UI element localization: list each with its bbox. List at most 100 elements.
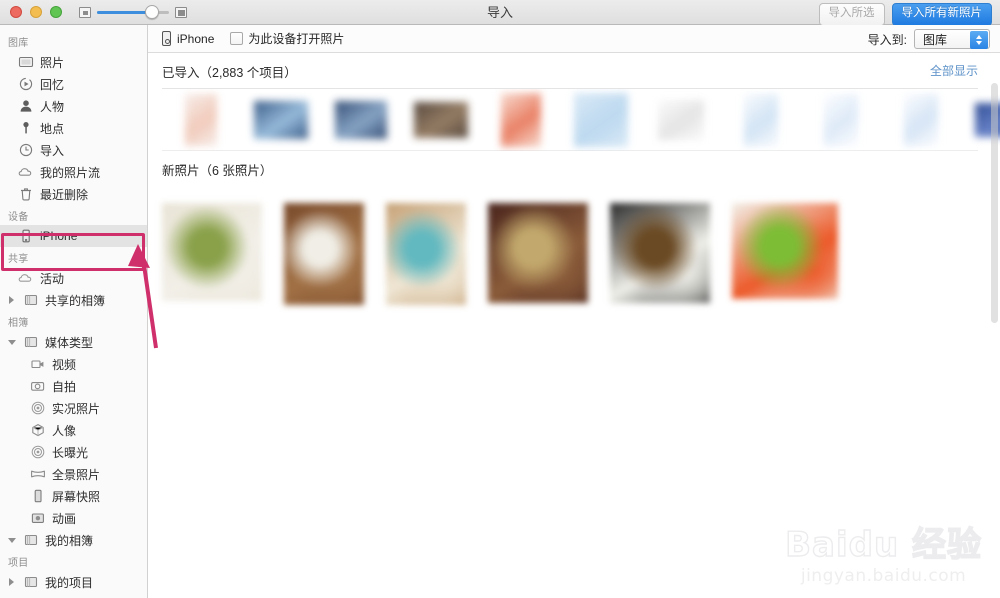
- imported-thumbnail[interactable]: [744, 94, 778, 146]
- chevron-down-icon[interactable]: [8, 338, 17, 347]
- window-titlebar: 导入 导入所选 导入所有新照片: [0, 0, 1000, 26]
- sidebar-item-animations[interactable]: 动画: [0, 507, 147, 529]
- connected-device: iPhone: [162, 31, 214, 46]
- cloud-icon: [18, 271, 34, 285]
- imported-thumbnail[interactable]: [185, 94, 217, 146]
- new-photo-thumbnail[interactable]: [386, 203, 466, 305]
- import-to-label: 导入到:: [867, 32, 907, 47]
- chevron-right-icon[interactable]: [8, 577, 17, 587]
- sidebar-item-activity[interactable]: 活动: [0, 267, 147, 289]
- sidebar-item-live-photos[interactable]: 实况照片: [0, 397, 147, 419]
- album-icon: [23, 335, 39, 349]
- sidebar-item-label: 自拍: [52, 379, 77, 394]
- import-to-select[interactable]: 图库: [914, 29, 990, 49]
- sidebar-item-label: 全景照片: [52, 467, 101, 482]
- sidebar: 图库 照片 回忆 人物 地点 导入 我的照片流 最近删除 设备 iPhone 共…: [0, 25, 148, 598]
- new-photos-section-title: 新照片（6 张照片）: [162, 164, 273, 178]
- sidebar-item-recently-deleted[interactable]: 最近删除: [0, 183, 147, 205]
- large-thumbnail-icon[interactable]: [175, 6, 187, 18]
- people-icon: [18, 99, 34, 113]
- close-button[interactable]: [10, 6, 22, 18]
- imported-thumbnail[interactable]: [824, 94, 858, 146]
- new-photos-grid[interactable]: [148, 187, 1000, 305]
- album-icon: [23, 533, 39, 547]
- window-body: 图库 照片 回忆 人物 地点 导入 我的照片流 最近删除 设备 iPhone 共…: [0, 25, 1000, 598]
- show-all-link[interactable]: 全部显示: [930, 62, 978, 79]
- sidebar-item-label: 人像: [52, 423, 77, 438]
- new-photo-thumbnail[interactable]: [284, 203, 364, 305]
- new-photo-thumbnail[interactable]: [610, 203, 710, 303]
- vertical-scrollbar[interactable]: [991, 83, 998, 323]
- small-thumbnail-icon[interactable]: [79, 6, 91, 18]
- sidebar-item-shared-albums[interactable]: 共享的相簿: [0, 289, 147, 311]
- chevron-right-icon[interactable]: [8, 295, 17, 305]
- new-photo-thumbnail[interactable]: [488, 203, 588, 303]
- sidebar-item-label: 我的项目: [45, 575, 94, 590]
- sidebar-item-label: 视频: [52, 357, 77, 372]
- zoom-slider-knob[interactable]: [144, 5, 159, 19]
- imported-thumbnail[interactable]: [658, 100, 704, 140]
- sidebar-item-my-albums[interactable]: 我的相簿: [0, 529, 147, 551]
- album-icon: [23, 293, 39, 307]
- iphone-icon: [162, 31, 171, 46]
- sidebar-item-selfies[interactable]: 自拍: [0, 375, 147, 397]
- import-clock-icon: [18, 143, 34, 157]
- sidebar-item-media-types[interactable]: 媒体类型: [0, 331, 147, 353]
- video-icon: [30, 357, 46, 371]
- sidebar-item-places[interactable]: 地点: [0, 117, 147, 139]
- imported-thumbnail-strip[interactable]: [148, 89, 1000, 151]
- sidebar-item-label: 我的相簿: [45, 533, 94, 548]
- long-exposure-icon: [30, 445, 46, 459]
- trash-icon: [18, 187, 34, 201]
- sidebar-item-label: 我的照片流: [40, 165, 101, 180]
- sidebar-item-memories[interactable]: 回忆: [0, 73, 147, 95]
- sidebar-item-photos[interactable]: 照片: [0, 51, 147, 73]
- sidebar-item-label: 最近删除: [40, 187, 89, 202]
- sidebar-item-iphone[interactable]: iPhone: [0, 225, 147, 247]
- sidebar-section-albums-header: 相簿: [8, 318, 29, 329]
- imported-thumbnail[interactable]: [501, 93, 541, 147]
- imported-section-header: 已导入（2,883 个项目） 全部显示: [148, 53, 1000, 89]
- new-photo-thumbnail[interactable]: [732, 203, 838, 299]
- photo-scroll-area[interactable]: 已导入（2,883 个项目） 全部显示 新照片（6 张照片）: [148, 53, 1000, 598]
- maximize-button[interactable]: [50, 6, 62, 18]
- sidebar-item-videos[interactable]: 视频: [0, 353, 147, 375]
- sidebar-item-my-photo-stream[interactable]: 我的照片流: [0, 161, 147, 183]
- imported-thumbnail[interactable]: [904, 94, 938, 146]
- sidebar-item-import[interactable]: 导入: [0, 139, 147, 161]
- sidebar-item-label: 实况照片: [52, 401, 101, 416]
- thumbnail-zoom-control[interactable]: [79, 5, 187, 19]
- sidebar-item-label: 媒体类型: [45, 335, 94, 350]
- sidebar-item-panoramas[interactable]: 全景照片: [0, 463, 147, 485]
- sidebar-section-devices-header: 设备: [8, 212, 29, 223]
- new-photos-section-header: 新照片（6 张照片）: [148, 151, 1000, 187]
- imported-section-title: 已导入（2,883 个项目）: [162, 66, 297, 80]
- zoom-slider[interactable]: [97, 5, 169, 19]
- imported-thumbnail[interactable]: [574, 93, 628, 147]
- zoom-slider-fill: [97, 11, 151, 14]
- sidebar-item-my-projects[interactable]: 我的项目: [0, 571, 147, 593]
- sidebar-item-label: 照片: [40, 55, 65, 70]
- minimize-button[interactable]: [30, 6, 42, 18]
- imported-thumbnail[interactable]: [414, 102, 468, 138]
- imported-thumbnail[interactable]: [254, 101, 308, 139]
- sidebar-item-portraits[interactable]: 人像: [0, 419, 147, 441]
- sidebar-section-projects-header: 项目: [8, 558, 29, 569]
- sidebar-item-label: 动画: [52, 511, 77, 526]
- new-photo-thumbnail[interactable]: [162, 203, 262, 301]
- sidebar-item-label: 屏幕快照: [52, 489, 101, 504]
- screenshot-icon: [30, 489, 46, 503]
- sidebar-item-long-exposure[interactable]: 长曝光: [0, 441, 147, 463]
- sidebar-item-label: 共享的相簿: [45, 293, 106, 308]
- chevron-updown-icon[interactable]: [970, 31, 988, 49]
- import-to-value: 图库: [923, 32, 948, 47]
- import-all-new-button[interactable]: 导入所有新照片: [891, 3, 992, 26]
- sidebar-item-people[interactable]: 人物: [0, 95, 147, 117]
- sidebar-section-shared-header: 共享: [8, 254, 29, 265]
- open-photos-for-device-checkbox[interactable]: [230, 32, 244, 45]
- chevron-down-icon[interactable]: [8, 536, 17, 545]
- sidebar-item-screenshots[interactable]: 屏幕快照: [0, 485, 147, 507]
- import-selected-button[interactable]: 导入所选: [818, 3, 885, 26]
- sidebar-item-label: 长曝光: [52, 445, 89, 460]
- imported-thumbnail[interactable]: [335, 101, 387, 139]
